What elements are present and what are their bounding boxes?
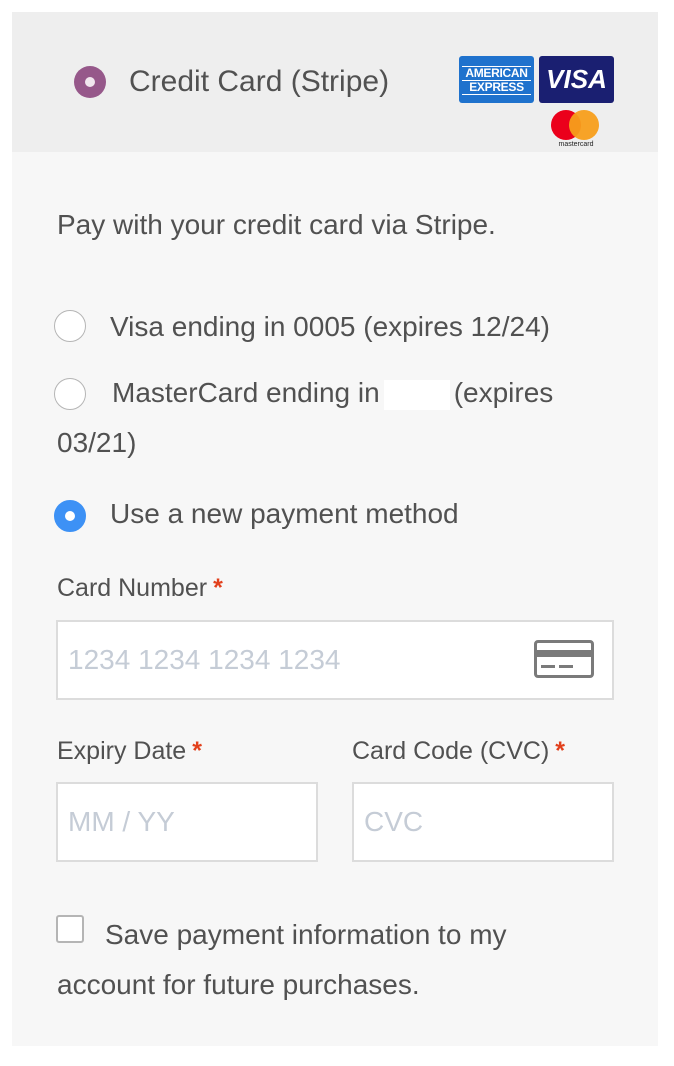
save-payment-label[interactable]: Save payment information to my account f… [57, 910, 597, 1010]
saved-mastercard-expiry-line: 03/21) [57, 427, 137, 458]
mastercard-logo-text: mastercard [558, 141, 594, 148]
payment-method-header[interactable]: Credit Card (Stripe) AMERICAN EXPRESS VI… [12, 12, 658, 152]
visa-logo: VISA [539, 56, 614, 103]
new-payment-method-label[interactable]: Use a new payment method [110, 497, 459, 531]
mastercard-logo: mastercard [549, 110, 605, 152]
card-code-field[interactable] [352, 782, 614, 862]
card-code-label-text: Card Code (CVC) [352, 737, 550, 765]
card-code-label: Card Code (CVC) * [352, 736, 565, 766]
saved-mastercard-radio[interactable] [54, 378, 86, 410]
new-payment-method-radio[interactable] [54, 500, 86, 532]
card-code-required-star: * [555, 737, 566, 765]
card-number-field[interactable] [56, 620, 614, 700]
saved-mastercard-text-after: (expires [453, 377, 554, 408]
card-number-required-star: * [213, 574, 223, 602]
expiry-date-label: Expiry Date * [57, 736, 202, 766]
card-number-label: Card Number * [57, 573, 223, 603]
card-number-label-text: Card Number [57, 574, 208, 602]
payment-method-panel: Credit Card (Stripe) AMERICAN EXPRESS VI… [12, 12, 658, 1046]
card-code-input[interactable] [354, 784, 612, 860]
amex-logo-text-bottom: EXPRESS [462, 81, 531, 95]
expiry-date-label-text: Expiry Date [57, 737, 187, 765]
mastercard-orange-circle [569, 110, 599, 140]
card-number-input[interactable] [58, 622, 612, 698]
expiry-date-required-star: * [192, 737, 202, 765]
saved-mastercard-label[interactable]: MasterCard ending in (expires [112, 376, 553, 410]
credit-card-method-label[interactable]: Credit Card (Stripe) [129, 64, 389, 100]
redacted-card-digits [383, 379, 450, 410]
payment-description: Pay with your credit card via Stripe. [57, 209, 496, 240]
credit-card-method-radio[interactable] [74, 66, 106, 98]
amex-logo-text-top: AMERICAN [462, 66, 531, 81]
expiry-date-field[interactable] [56, 782, 318, 862]
american-express-logo: AMERICAN EXPRESS [459, 56, 534, 103]
saved-visa-radio[interactable] [54, 310, 86, 342]
saved-visa-label[interactable]: Visa ending in 0005 (expires 12/24) [110, 310, 550, 344]
saved-mastercard-text-before: MasterCard ending in [112, 377, 380, 408]
credit-card-icon [534, 640, 594, 678]
expiry-date-input[interactable] [58, 784, 316, 860]
